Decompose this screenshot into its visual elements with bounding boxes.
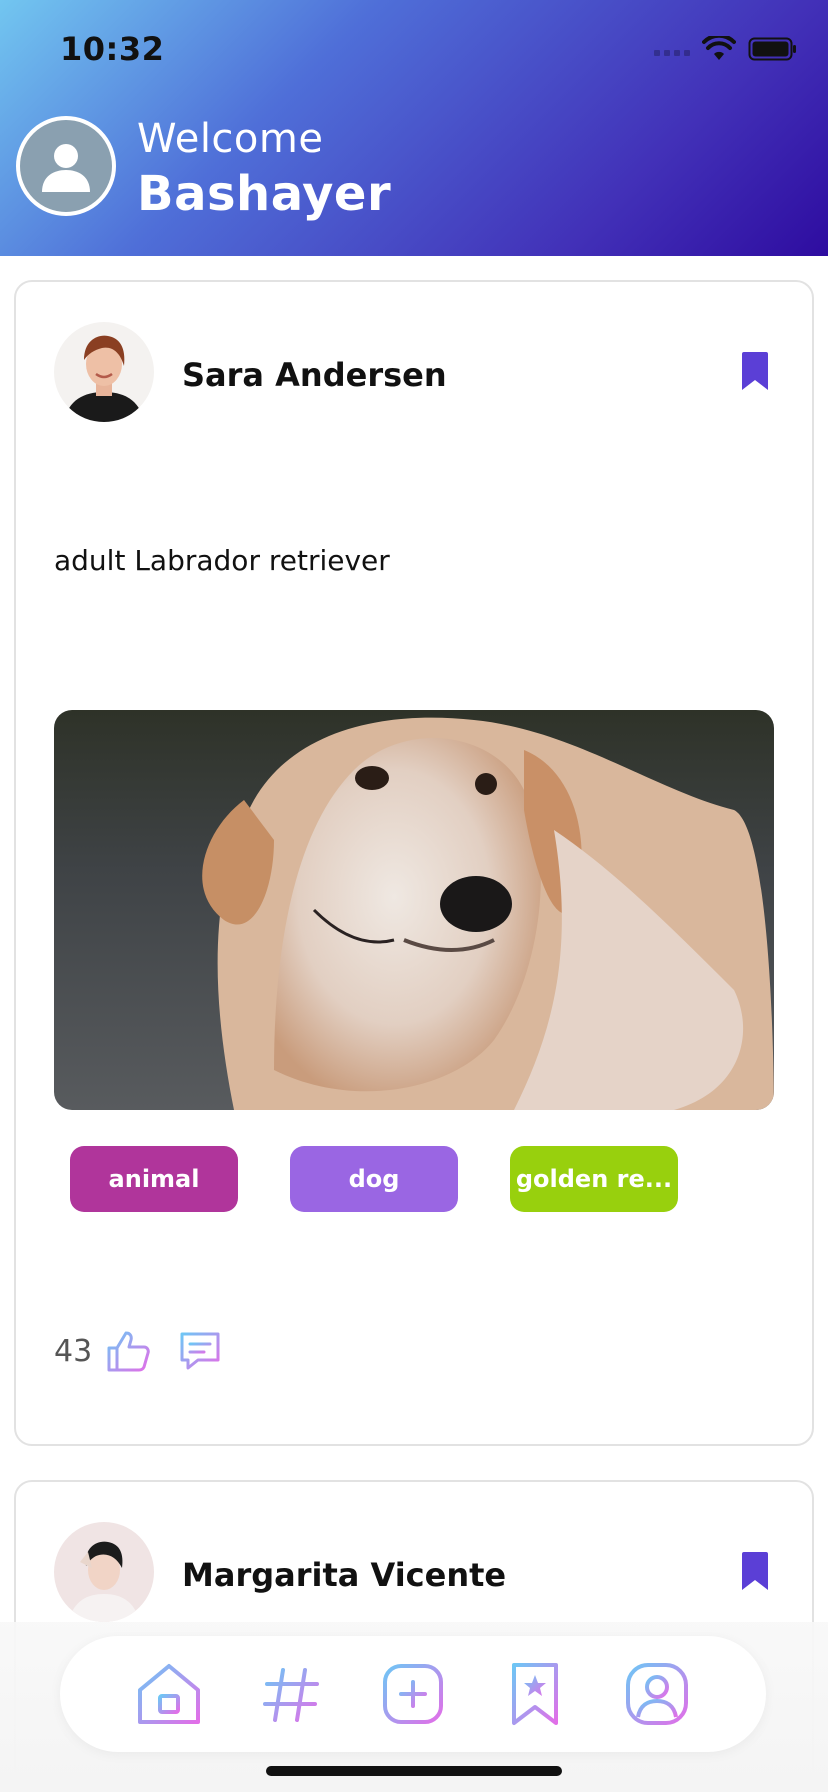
like-icon[interactable] [106, 1330, 150, 1372]
username: Bashayer [137, 166, 392, 222]
like-count: 43 [54, 1333, 93, 1369]
bookmark-icon[interactable] [742, 1552, 768, 1590]
nav-add[interactable] [378, 1659, 448, 1729]
tag-golden-retriever[interactable]: golden re... [510, 1146, 678, 1212]
saved-icon [512, 1663, 558, 1725]
bottom-nav [60, 1636, 766, 1752]
profile-icon [626, 1663, 688, 1725]
signal-icon [654, 42, 690, 56]
author-avatar[interactable] [54, 322, 154, 422]
post-author[interactable]: Margarita Vicente [182, 1556, 506, 1594]
comment-icon[interactable] [178, 1330, 222, 1372]
home-indicator[interactable] [266, 1766, 562, 1776]
battery-icon [748, 37, 796, 61]
status-time: 10:32 [60, 30, 165, 68]
tag-list: animal dog golden re... [70, 1146, 678, 1212]
nav-saved[interactable] [500, 1659, 570, 1729]
tag-dog[interactable]: dog [290, 1146, 458, 1212]
person-icon [42, 144, 90, 192]
nav-profile[interactable] [622, 1659, 692, 1729]
nav-home[interactable] [134, 1659, 204, 1729]
wifi-icon [702, 36, 736, 60]
status-icons [654, 36, 798, 62]
nav-hashtag[interactable] [256, 1659, 326, 1729]
post-text: adult Labrador retriever [54, 544, 390, 577]
bookmark-icon[interactable] [742, 352, 768, 390]
post-card: Sara Andersen adult Labrador retriever a… [14, 280, 814, 1446]
welcome-text: Welcome [137, 116, 324, 162]
user-avatar[interactable] [16, 116, 116, 216]
tag-animal[interactable]: animal [70, 1146, 238, 1212]
home-icon [138, 1664, 200, 1724]
post-author[interactable]: Sara Andersen [182, 356, 447, 394]
header: 10:32 Welcome Bashayer [0, 0, 828, 256]
author-avatar[interactable] [54, 1522, 154, 1622]
add-icon [383, 1664, 443, 1724]
post-actions: 43 [54, 1330, 222, 1372]
post-image[interactable] [54, 710, 774, 1110]
hashtag-icon [263, 1668, 319, 1722]
